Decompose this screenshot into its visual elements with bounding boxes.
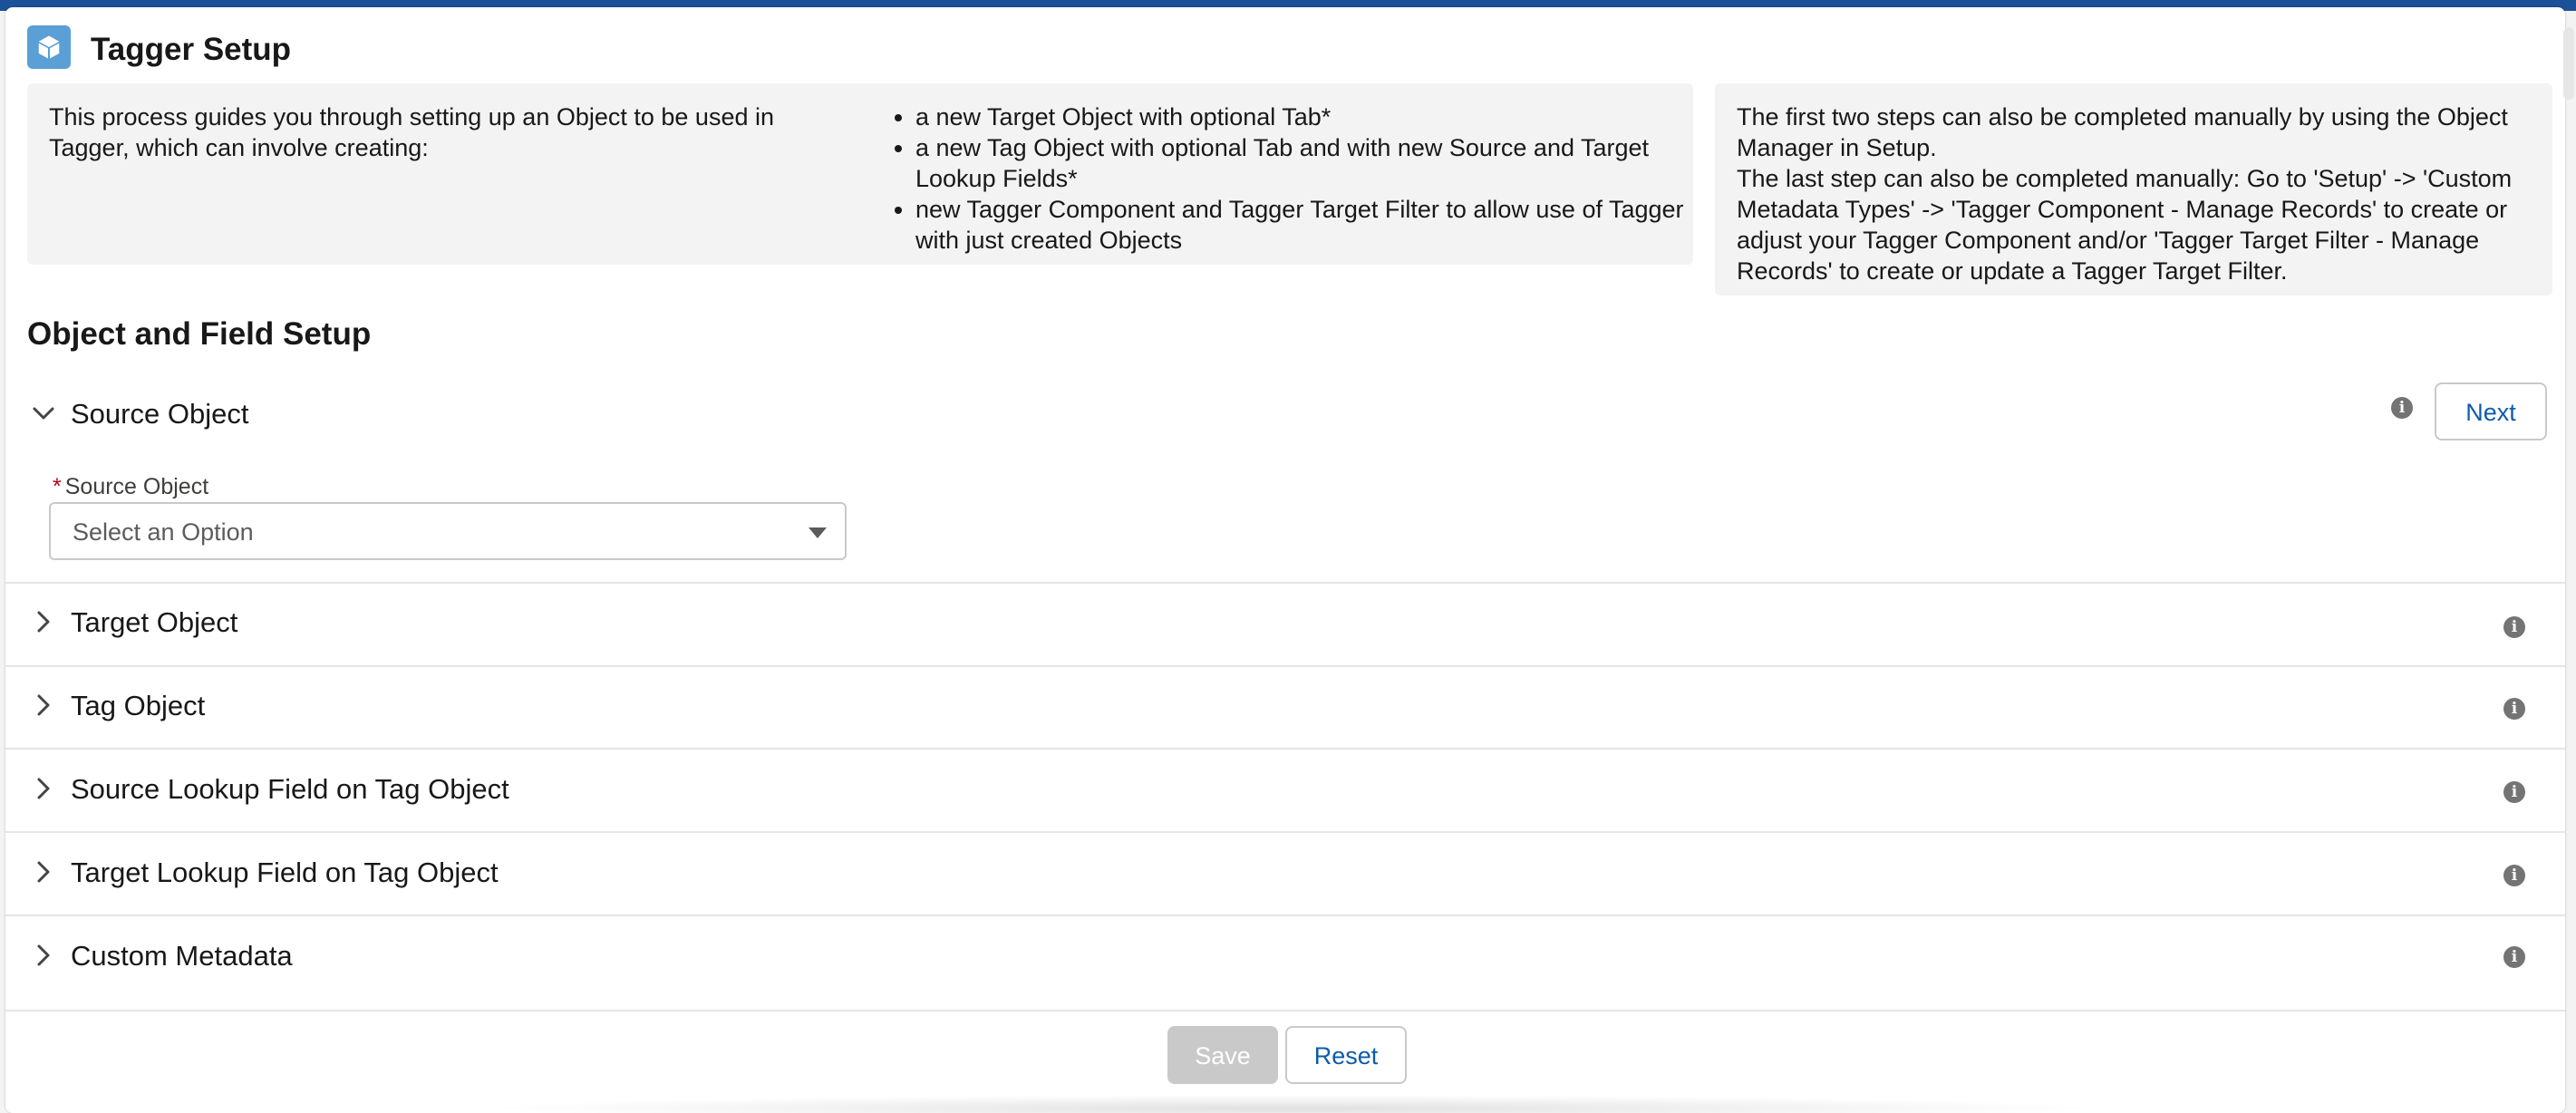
manual-note-1: The first two steps can also be complete… xyxy=(1737,103,2508,161)
chevron-right-icon[interactable] xyxy=(31,776,56,801)
manual-note-2: The last step can also be completed manu… xyxy=(1737,165,2513,285)
process-description: This process guides you through setting … xyxy=(49,103,774,161)
process-steps-list: a new Target Object with optional Tab* a… xyxy=(883,102,1713,256)
reset-button[interactable]: Reset xyxy=(1285,1026,1407,1084)
list-item: a new Tag Object with optional Tab and w… xyxy=(915,132,1713,194)
divider xyxy=(5,665,2565,667)
caret-down-icon xyxy=(809,527,827,538)
info-icon[interactable]: i xyxy=(2503,698,2525,720)
list-item: new Tagger Component and Tagger Target F… xyxy=(915,194,1713,256)
cube-icon xyxy=(27,25,71,69)
section-title: Object and Field Setup xyxy=(27,316,372,352)
manual-steps-info-box: The first two steps can also be complete… xyxy=(1715,83,2552,295)
footer-shadow xyxy=(477,1095,2108,1113)
divider xyxy=(5,748,2565,750)
chevron-right-icon[interactable] xyxy=(31,609,56,634)
accordion-title-tag-object[interactable]: Tag Object xyxy=(71,689,205,723)
info-icon[interactable]: i xyxy=(2503,781,2525,803)
info-icon[interactable]: i xyxy=(2503,616,2525,638)
source-object-select[interactable]: Select an Option xyxy=(49,502,847,560)
scrollbar[interactable] xyxy=(2563,27,2574,100)
divider xyxy=(5,915,2565,916)
divider xyxy=(5,582,2565,584)
info-icon[interactable]: i xyxy=(2503,946,2525,968)
list-item: a new Target Object with optional Tab* xyxy=(915,102,1713,132)
chevron-right-icon[interactable] xyxy=(31,943,56,968)
chevron-right-icon[interactable] xyxy=(31,692,56,718)
divider xyxy=(5,831,2565,833)
page-title: Tagger Setup xyxy=(91,32,292,67)
accordion-title-source-lookup-field[interactable]: Source Lookup Field on Tag Object xyxy=(71,772,509,807)
process-info-box: This process guides you through setting … xyxy=(27,83,1693,265)
select-placeholder: Select an Option xyxy=(73,518,254,546)
chevron-down-icon[interactable] xyxy=(31,401,56,426)
required-marker: * xyxy=(53,474,62,499)
save-button[interactable]: Save xyxy=(1167,1026,1278,1084)
info-icon[interactable]: i xyxy=(2503,865,2525,886)
accordion-title-target-lookup-field[interactable]: Target Lookup Field on Tag Object xyxy=(71,856,499,890)
source-object-field-label: * Source Object xyxy=(53,474,209,499)
tagger-setup-card: Tagger Setup This process guides you thr… xyxy=(5,7,2565,1113)
accordion-title-target-object[interactable]: Target Object xyxy=(71,605,237,640)
next-button[interactable]: Next xyxy=(2435,382,2547,440)
divider xyxy=(5,1010,2565,1011)
accordion-title-custom-metadata[interactable]: Custom Metadata xyxy=(71,939,293,973)
accordion-title-source-object[interactable]: Source Object xyxy=(71,397,248,431)
info-icon[interactable]: i xyxy=(2391,397,2413,419)
chevron-right-icon[interactable] xyxy=(31,859,56,885)
